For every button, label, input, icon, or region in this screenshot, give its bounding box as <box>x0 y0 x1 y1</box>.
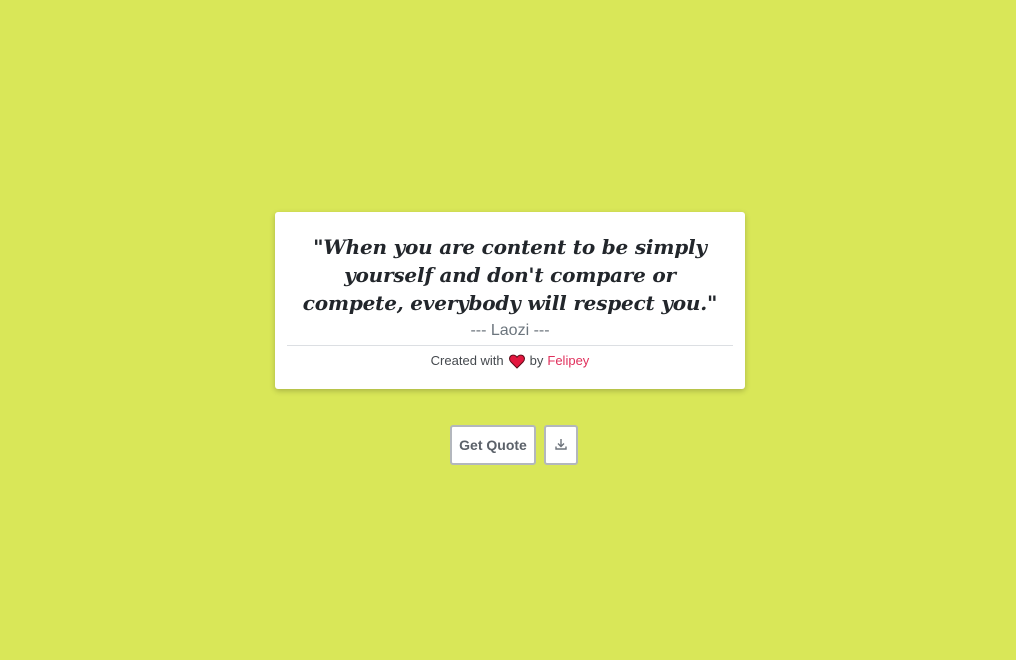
download-button[interactable] <box>544 425 578 465</box>
credit-prefix: Created with <box>430 353 504 368</box>
quote-author: --- Laozi --- <box>470 322 550 339</box>
credit-by: by <box>529 353 544 368</box>
card-divider <box>287 345 733 346</box>
heart-icon <box>508 354 525 369</box>
get-quote-button[interactable]: Get Quote <box>450 425 536 465</box>
quote-text: "When you are content to be simply yours… <box>302 235 718 315</box>
author-link[interactable]: Felipey <box>547 353 589 369</box>
download-icon <box>554 437 568 454</box>
credit-line: Created with by Felipey <box>287 353 733 369</box>
quote-card: "When you are content to be simply yours… <box>275 212 745 389</box>
